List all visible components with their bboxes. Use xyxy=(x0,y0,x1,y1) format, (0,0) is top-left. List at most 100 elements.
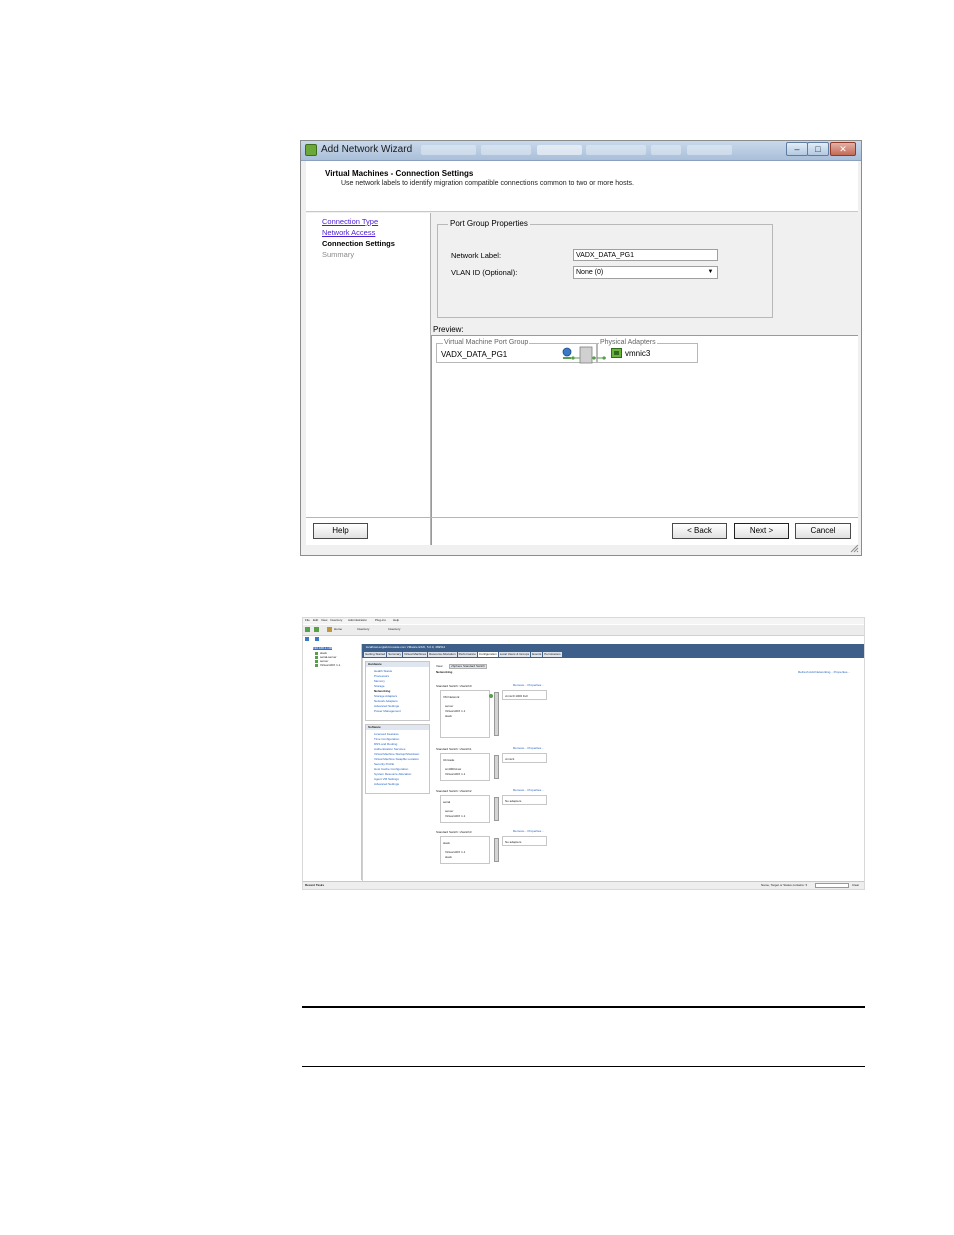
maximize-button[interactable]: □ xyxy=(807,142,829,156)
vlan-id-select[interactable]: None (0) ▼ xyxy=(573,266,718,279)
physical-adapter-box: No adapters xyxy=(502,836,547,846)
sw-item[interactable]: Virtual Machine Startup/Shutdown xyxy=(374,753,419,756)
refresh-icon[interactable] xyxy=(305,637,309,641)
vm-entry: Virtual ADX 1.1 xyxy=(445,850,466,854)
vsphere-app-icon xyxy=(305,144,317,156)
menu-file[interactable]: File xyxy=(305,619,310,622)
switch-actions[interactable]: Remove... Properties... xyxy=(513,789,544,792)
host-title: localhost.englab.brocade.com VMware ESXi… xyxy=(366,645,446,649)
step-network-access-link[interactable]: Network Access xyxy=(322,228,375,237)
vm-entry: Virtual ADX 1.1 xyxy=(445,814,466,818)
tree-vm[interactable]: Virtual ADX 1.1 xyxy=(320,664,340,667)
menu-view[interactable]: View xyxy=(321,619,327,622)
tab-virtual-machines[interactable]: Virtual Machines xyxy=(403,652,428,657)
physical-adapters-box: Physical Adapters vmnic3 xyxy=(596,339,698,363)
home-link[interactable]: Home xyxy=(334,628,342,631)
hardware-header: Hardware xyxy=(368,662,382,666)
sw-item[interactable]: Host Cache Configuration xyxy=(374,768,408,771)
sw-item[interactable]: DNS and Routing xyxy=(374,743,397,746)
networking-actions[interactable]: Refresh Add Networking... Properties... xyxy=(798,671,850,674)
hw-item[interactable]: Storage Adapters xyxy=(374,695,397,698)
switch-actions[interactable]: Remove... Properties... xyxy=(513,684,544,687)
tab-events[interactable]: Events xyxy=(531,652,543,657)
tab-resource-allocation[interactable]: Resource Allocation xyxy=(428,652,457,657)
vm-network-icon xyxy=(562,347,572,359)
background-tab-blur xyxy=(586,145,646,155)
back-nav-icon[interactable] xyxy=(305,627,310,632)
vlan-id-caption: VLAN ID (Optional): xyxy=(451,268,518,277)
tab-performance[interactable]: Performance xyxy=(457,652,477,657)
tab-configuration[interactable]: Configuration xyxy=(477,652,498,657)
tab-getting-started[interactable]: Getting Started xyxy=(364,652,387,657)
physical-adapter-name: vmnic3 xyxy=(625,349,651,358)
hw-item[interactable]: Network Adapters xyxy=(374,700,398,703)
tab-permissions[interactable]: Permissions xyxy=(543,652,562,657)
menu-plugins[interactable]: Plug-ins xyxy=(375,619,386,622)
sw-item[interactable]: Licensed Features xyxy=(374,733,399,736)
menu-help[interactable]: Help xyxy=(393,619,399,622)
switch-actions[interactable]: Remove... Properties... xyxy=(513,747,544,750)
hw-item[interactable]: Health Status xyxy=(374,670,392,673)
background-tab-blur xyxy=(481,145,531,155)
step-connection-type-link[interactable]: Connection Type xyxy=(322,217,378,226)
hw-item[interactable]: Power Management xyxy=(374,710,401,713)
vswitch-icon xyxy=(494,797,499,821)
tree-host[interactable]: 192.168.1.100 xyxy=(313,647,333,650)
close-button[interactable]: ✕ xyxy=(830,142,856,156)
resize-grip-icon[interactable] xyxy=(849,543,859,553)
network-label-input[interactable]: VADX_DATA_PG1 xyxy=(573,249,718,261)
recent-tasks-label[interactable]: Recent Tasks xyxy=(305,884,324,887)
sw-item[interactable]: Authentication Services xyxy=(374,748,405,751)
sw-item[interactable]: Agent VM Settings xyxy=(374,778,399,781)
sw-item[interactable]: Virtual Machine Swapfile Location xyxy=(374,758,419,761)
wizard-header: Virtual Machines - Connection Settings U… xyxy=(306,161,858,212)
inventory-link[interactable]: Inventory xyxy=(357,628,369,631)
task-filter-input[interactable] xyxy=(815,883,849,888)
vm-entry: slack xyxy=(445,714,452,718)
wizard-header-subtitle: Use network labels to identify migration… xyxy=(341,180,634,187)
hw-item[interactable]: Storage xyxy=(374,685,385,688)
inventory-tree: 192.168.1.100 slack serial-server server… xyxy=(303,644,362,880)
preview-area: Virtual Machine Port Group VADX_DATA_PG1… xyxy=(431,335,858,545)
new-vm-icon[interactable] xyxy=(315,637,319,641)
vm-entry: slack xyxy=(445,855,452,859)
minimize-button[interactable]: – xyxy=(786,142,808,156)
vm-entry: Virtual ADX 1.1 xyxy=(445,772,466,776)
view-tab-standard-switch[interactable]: vSphere Standard Switch xyxy=(449,664,487,669)
nic-icon xyxy=(611,348,622,358)
hw-item[interactable]: Memory xyxy=(374,680,385,683)
clear-button[interactable]: Clear xyxy=(852,884,859,887)
forward-nav-icon[interactable] xyxy=(314,627,319,632)
horizontal-rule xyxy=(302,1006,865,1008)
networking-title: Networking xyxy=(436,670,453,674)
switch-actions[interactable]: Remove... Properties... xyxy=(513,830,544,833)
inventory-link-2[interactable]: Inventory xyxy=(388,628,400,631)
add-network-wizard-window: Add Network Wizard – □ ✕ Virtual Machine… xyxy=(300,140,862,556)
switch-title: Standard Switch: vSwitch3 xyxy=(436,830,472,834)
help-button[interactable]: Help xyxy=(313,523,368,539)
wizard-footer: Help < Back Next > Cancel xyxy=(306,517,858,552)
cancel-button[interactable]: Cancel xyxy=(795,523,851,539)
menu-bar: File Edit View Inventory Administration … xyxy=(303,618,864,624)
sw-item[interactable]: Security Profile xyxy=(374,763,394,766)
sw-item[interactable]: Time Configuration xyxy=(374,738,399,741)
hw-item[interactable]: Advanced Settings xyxy=(374,705,399,708)
network-label-caption: Network Label: xyxy=(451,251,502,260)
hw-item[interactable]: Processors xyxy=(374,675,389,678)
port-group-name: serial xyxy=(443,800,451,804)
sw-item[interactable]: Advanced Settings xyxy=(374,783,399,786)
hw-item-networking[interactable]: Networking xyxy=(374,690,390,693)
next-button[interactable]: Next > xyxy=(734,523,789,539)
home-icon[interactable] xyxy=(327,627,332,632)
tab-local-users[interactable]: Local Users & Groups xyxy=(498,652,531,657)
dropdown-arrow-icon[interactable]: ▼ xyxy=(705,268,716,277)
software-header: Software xyxy=(368,725,381,729)
menu-edit[interactable]: Edit xyxy=(313,619,318,622)
adapter-name: vmnic0 1000 Full xyxy=(505,694,528,698)
port-group-box: serial server Virtual ADX 1.1 xyxy=(440,795,490,823)
menu-administration[interactable]: Administration xyxy=(348,619,367,622)
sw-item[interactable]: System Resource Allocation xyxy=(374,773,411,776)
tab-summary[interactable]: Summary xyxy=(387,652,403,657)
menu-inventory[interactable]: Inventory xyxy=(330,619,342,622)
back-button[interactable]: < Back xyxy=(672,523,727,539)
